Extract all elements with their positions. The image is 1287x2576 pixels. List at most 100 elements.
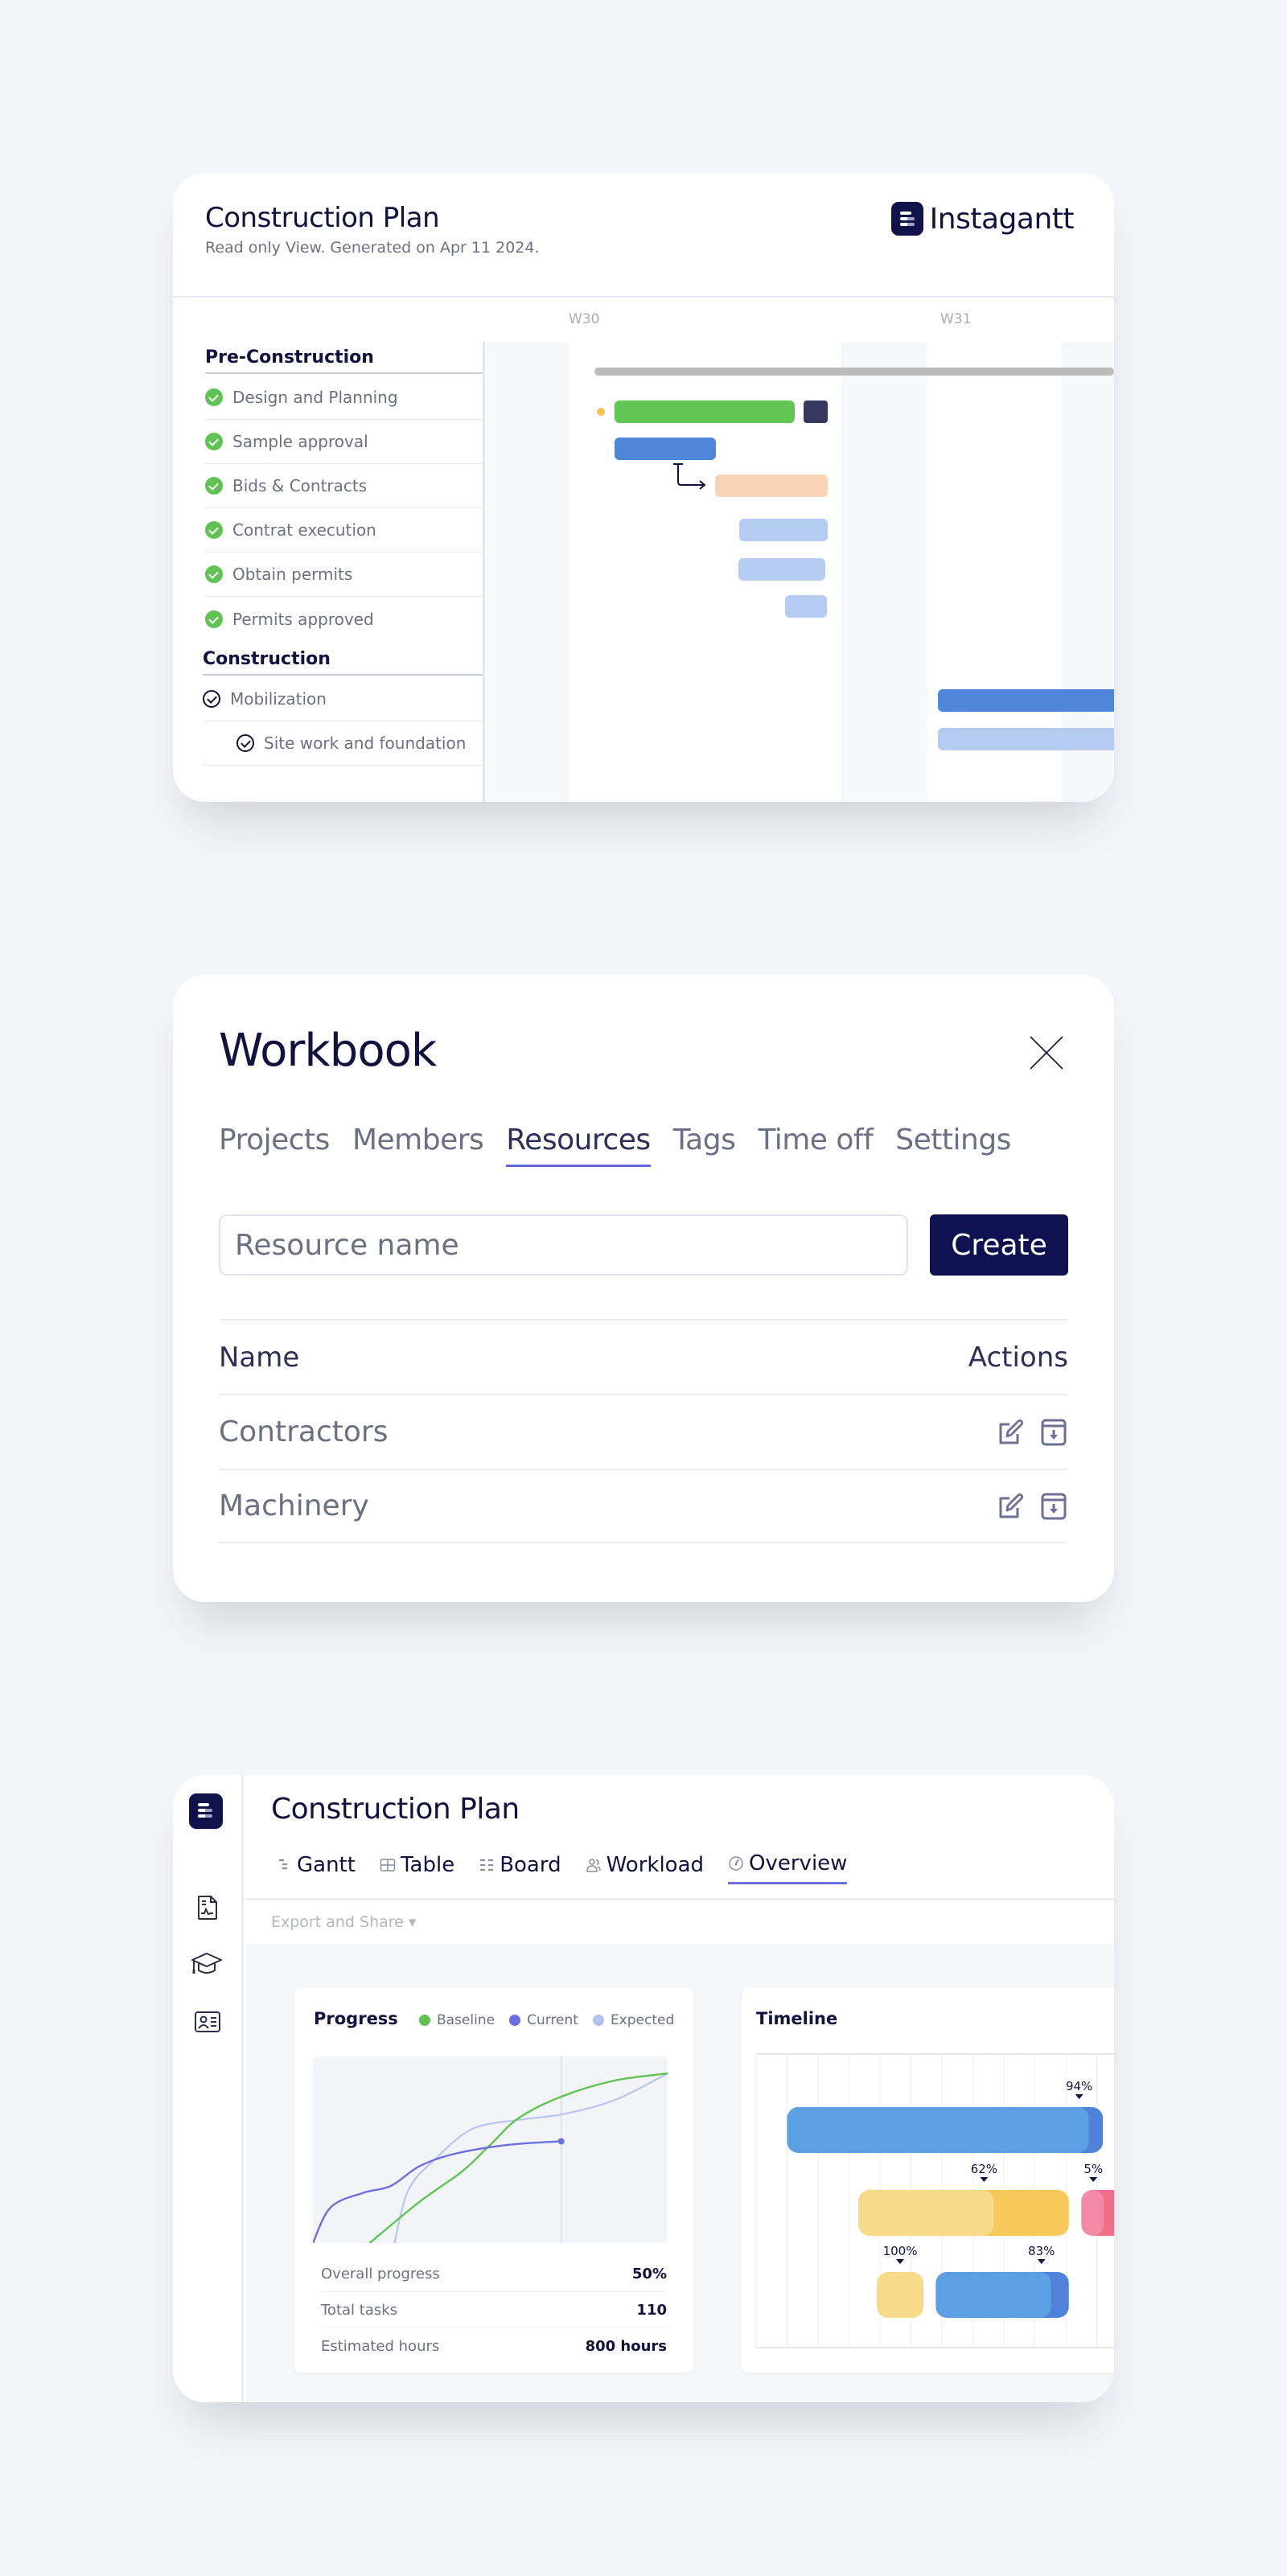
progress-panel: Progress Baseline Current Expected Overa… — [294, 1988, 693, 2373]
task-bar-site-work[interactable] — [938, 728, 1114, 750]
project-title: Construction Plan — [271, 1793, 520, 1826]
progress-marker-icon — [1089, 2177, 1098, 2182]
task-row[interactable]: Obtain permits — [205, 553, 483, 597]
task-list: Pre-Construction Design and Planning Sam… — [173, 342, 485, 802]
progress-label: 100% — [883, 2244, 918, 2258]
task-bar-bids-contracts[interactable] — [715, 475, 828, 497]
progress-label: 83% — [1028, 2244, 1055, 2258]
plot-area — [313, 2056, 668, 2243]
tab-workload[interactable]: Workload — [586, 1851, 704, 1884]
archive-icon[interactable] — [1039, 1492, 1068, 1521]
group-summary-bar[interactable] — [594, 368, 1114, 376]
tab-time-off[interactable]: Time off — [758, 1124, 873, 1167]
task-bar-obtain-permits[interactable] — [738, 558, 825, 581]
gantt-icon — [279, 1859, 287, 1869]
week-label: W31 — [940, 311, 972, 327]
completed-check-icon — [205, 477, 223, 495]
task-row[interactable]: Site work and foundation — [203, 721, 483, 766]
tab-table[interactable]: Table — [380, 1851, 454, 1884]
task-row[interactable]: Sample approval — [205, 420, 483, 464]
task-row[interactable]: Bids & Contracts — [205, 464, 483, 508]
stat-label: Overall progress — [321, 2265, 440, 2282]
contact-card-icon[interactable] — [194, 2008, 221, 2036]
stat-value: 800 hours — [585, 2338, 667, 2355]
legend-item-baseline: Baseline — [419, 2012, 495, 2028]
timeline-bar[interactable] — [858, 2190, 1069, 2236]
task-bar-mobilization[interactable] — [938, 689, 1114, 712]
task-row[interactable]: Contrat execution — [205, 508, 483, 553]
task-row[interactable]: Mobilization — [203, 677, 483, 721]
task-name: Design and Planning — [232, 388, 398, 407]
resource-name-input[interactable] — [219, 1214, 908, 1276]
gantt-body: Pre-Construction Design and Planning Sam… — [173, 342, 1114, 802]
tab-board[interactable]: Board — [479, 1851, 561, 1884]
task-bar-design-and-planning[interactable] — [615, 401, 795, 423]
current-point — [557, 2138, 565, 2145]
dependency-arrow-icon — [673, 463, 706, 490]
workbook-dialog: Workbook Projects Members Resources Tags… — [173, 975, 1114, 1602]
close-icon[interactable] — [1029, 1035, 1064, 1070]
progress-marker-icon — [1075, 2094, 1083, 2099]
tab-label: Overview — [749, 1851, 848, 1876]
workbook-tabs: Projects Members Resources Tags Time off… — [219, 1124, 1011, 1167]
timeline-bar[interactable] — [877, 2272, 923, 2318]
legend-dot — [509, 2015, 521, 2026]
graduation-cap-icon[interactable] — [191, 1950, 223, 1978]
week-label: W30 — [569, 311, 600, 327]
create-button[interactable]: Create — [930, 1214, 1068, 1276]
report-icon[interactable] — [194, 1894, 221, 1921]
table-row: Machinery — [219, 1469, 1068, 1543]
tab-resources[interactable]: Resources — [506, 1124, 651, 1167]
task-name: Site work and foundation — [264, 733, 467, 753]
task-bar-milestone-block[interactable] — [804, 401, 828, 423]
edit-icon[interactable] — [996, 1492, 1025, 1521]
gantt-timeline — [487, 342, 1114, 802]
table-icon — [380, 1858, 396, 1871]
timeline-bar[interactable] — [935, 2272, 1069, 2318]
side-rail — [173, 1775, 244, 2402]
legend-label: Current — [527, 2012, 578, 2028]
dialog-title: Workbook — [219, 1025, 437, 1077]
tab-label: Board — [500, 1852, 561, 1877]
tab-projects[interactable]: Projects — [219, 1124, 330, 1167]
export-and-share-dropdown[interactable]: Export and Share ▾ — [271, 1913, 416, 1931]
weekend-shade — [487, 342, 569, 802]
completed-check-icon — [205, 388, 223, 406]
task-bar-sample-approval[interactable] — [615, 438, 716, 460]
tab-overview[interactable]: Overview — [728, 1851, 848, 1884]
task-row[interactable]: Design and Planning — [205, 376, 483, 420]
chart-legend: Baseline Current Expected — [419, 2012, 674, 2028]
gantt-readonly-card: Construction Plan Read only View. Genera… — [173, 173, 1114, 802]
brand-name: Instagantt — [929, 202, 1075, 236]
task-bar-contract-execution[interactable] — [739, 519, 828, 541]
task-bar-permits-approved[interactable] — [785, 595, 827, 618]
task-row[interactable]: Permits approved — [205, 597, 483, 641]
edit-icon[interactable] — [996, 1418, 1025, 1447]
timeline-bar[interactable] — [1081, 2190, 1114, 2236]
tab-settings[interactable]: Settings — [895, 1124, 1011, 1167]
overview-card: Construction Plan Gantt Table Board Work… — [173, 1775, 1114, 2402]
progress-label: 5% — [1083, 2162, 1103, 2176]
milestone-marker[interactable] — [595, 406, 606, 417]
progress-marker-icon — [1037, 2259, 1046, 2264]
tab-tags[interactable]: Tags — [673, 1124, 736, 1167]
group-header[interactable]: Construction — [203, 643, 483, 676]
instagantt-logo-icon[interactable] — [189, 1793, 223, 1829]
archive-icon[interactable] — [1039, 1418, 1068, 1447]
task-name: Bids & Contracts — [232, 476, 368, 495]
completed-check-icon — [205, 521, 223, 539]
instagantt-logo-icon — [890, 202, 923, 236]
tab-members[interactable]: Members — [352, 1124, 484, 1167]
bar-progress — [787, 2107, 1089, 2153]
table-row: Contractors — [219, 1394, 1068, 1469]
timeline-bar[interactable] — [787, 2107, 1104, 2153]
progress-marker-icon — [896, 2259, 905, 2264]
task-name: Mobilization — [230, 689, 327, 709]
legend-label: Expected — [610, 2012, 675, 2028]
bar-progress — [935, 2272, 1051, 2318]
tab-gantt[interactable]: Gantt — [276, 1851, 356, 1884]
group-header[interactable]: Pre-Construction — [205, 342, 483, 374]
timeline-chart: 94% 62% 5% 100% 83% — [755, 2053, 1114, 2348]
column-header-actions: Actions — [968, 1341, 1068, 1374]
task-name: Sample approval — [232, 432, 368, 451]
